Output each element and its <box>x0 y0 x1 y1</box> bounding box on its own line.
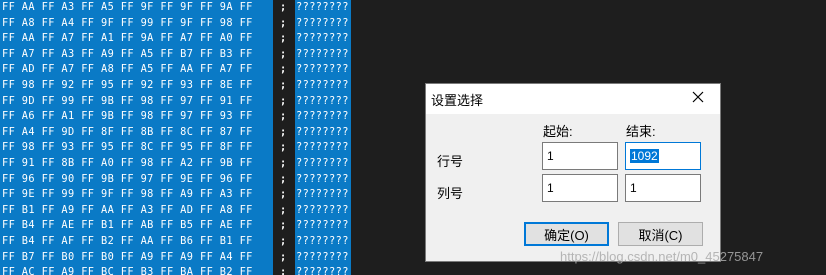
hex-row: FF 98 FF 93 FF 95 FF 8C FF 95 FF 8F FF <box>2 141 253 154</box>
start-column-label: 起始: <box>543 124 573 139</box>
ascii-row: ???????? <box>296 1 349 13</box>
separator-char: ; <box>280 141 287 154</box>
close-icon <box>692 90 704 108</box>
hex-row: FF A8 FF A4 FF 9F FF 99 FF 9F FF 98 FF <box>2 16 253 29</box>
ascii-row: ???????? <box>296 125 349 138</box>
hex-row: FF B4 FF AF FF B2 FF AA FF B6 FF B1 FF <box>2 234 253 247</box>
hex-row: FF B7 FF B0 FF B0 FF A9 FF A9 FF A4 FF <box>2 250 253 263</box>
hex-row: FF B1 FF A9 FF AA FF A3 FF AD FF A8 FF <box>2 203 253 216</box>
row-start-value: 1 <box>547 149 554 163</box>
ascii-row: ???????? <box>296 47 349 60</box>
hex-row: FF 9D FF 99 FF 9B FF 98 FF 97 FF 91 FF <box>2 94 253 107</box>
hex-row: FF AA FF A3 FF A5 FF 9F FF 9F FF 9A FF <box>2 1 253 13</box>
separator-char: ; <box>280 266 287 275</box>
separator-char: ; <box>280 156 287 169</box>
column-number-label: 列号 <box>437 186 464 201</box>
ascii-row: ???????? <box>296 172 349 185</box>
ascii-row: ???????? <box>296 266 349 275</box>
close-button[interactable] <box>676 84 720 114</box>
separator-column: ;;;;;;;;;;;;;;;;;; <box>273 0 295 275</box>
hex-row: FF 91 FF 8B FF A0 FF 98 FF A2 FF 9B FF <box>2 156 253 169</box>
settings-dialog: 设置选择 起始: 结束: 行号 1 1092 列号 1 1 确定(O) 取消(C… <box>425 83 721 262</box>
row-number-label: 行号 <box>437 154 464 169</box>
separator-char: ; <box>280 172 287 185</box>
separator-char: ; <box>280 250 287 263</box>
ok-button-label: 确定(O) <box>544 227 589 243</box>
hex-row: FF A4 FF 9D FF 8F FF 8B FF 8C FF 87 FF <box>2 125 253 138</box>
row-start-input[interactable]: 1 <box>542 142 618 170</box>
separator-char: ; <box>280 125 287 138</box>
column-start-value: 1 <box>547 181 554 195</box>
ascii-row: ???????? <box>296 156 349 169</box>
separator-char: ; <box>280 203 287 216</box>
separator-char: ; <box>280 78 287 91</box>
column-end-value: 1 <box>630 181 637 195</box>
separator-char: ; <box>280 188 287 201</box>
separator-char: ; <box>280 16 287 29</box>
column-end-input[interactable]: 1 <box>625 174 701 202</box>
hex-view-pane[interactable]: FF AA FF A3 FF A5 FF 9F FF 9F FF 9A FF FF… <box>0 0 273 275</box>
cancel-button-label: 取消(C) <box>638 227 683 243</box>
hex-row: FF 98 FF 92 FF 95 FF 92 FF 93 FF 8E FF <box>2 78 253 91</box>
ascii-row: ???????? <box>296 188 349 201</box>
dialog-title: 设置选择 <box>431 93 484 108</box>
ascii-row: ???????? <box>296 32 349 45</box>
hex-row: FF B4 FF AE FF B1 FF AB FF B5 FF AE FF <box>2 219 253 232</box>
ascii-row: ???????? <box>296 94 349 107</box>
hex-row: FF 96 FF 90 FF 9B FF 97 FF 9E FF 96 FF <box>2 172 253 185</box>
separator-char: ; <box>280 47 287 60</box>
separator-char: ; <box>280 32 287 45</box>
hex-row: FF A6 FF A1 FF 9B FF 98 FF 97 FF 93 FF <box>2 110 253 123</box>
separator-char: ; <box>280 110 287 123</box>
dialog-title-bar[interactable]: 设置选择 <box>426 84 720 114</box>
ascii-row: ???????? <box>296 203 349 216</box>
hex-row: FF 9E FF 99 FF 9F FF 98 FF A9 FF A3 FF <box>2 188 253 201</box>
ascii-row: ???????? <box>296 16 349 29</box>
row-end-input[interactable]: 1092 <box>625 142 701 170</box>
column-start-input[interactable]: 1 <box>542 174 618 202</box>
ascii-row: ???????? <box>296 234 349 247</box>
row-end-value: 1092 <box>630 149 659 163</box>
ascii-row: ???????? <box>296 63 349 76</box>
hex-row: FF AD FF A7 FF A8 FF A5 FF AA FF A7 FF <box>2 63 253 76</box>
ok-button[interactable]: 确定(O) <box>524 222 609 246</box>
watermark: https://blog.csdn.net/m0_45275847 <box>560 249 764 264</box>
separator-char: ; <box>280 94 287 107</box>
end-column-label: 结束: <box>626 124 656 139</box>
ascii-view-pane[interactable]: ????????????????????????????????????????… <box>295 0 351 275</box>
ascii-row: ???????? <box>296 250 349 263</box>
ascii-row: ???????? <box>296 219 349 232</box>
ascii-row: ???????? <box>296 110 349 123</box>
ascii-row: ???????? <box>296 141 349 154</box>
separator-char: ; <box>280 1 287 13</box>
separator-char: ; <box>280 219 287 232</box>
ascii-row: ???????? <box>296 78 349 91</box>
hex-row: FF AC FF A9 FF BC FF B3 FF BA FF B2 FF <box>2 266 253 275</box>
separator-char: ; <box>280 63 287 76</box>
cancel-button[interactable]: 取消(C) <box>618 222 703 246</box>
separator-char: ; <box>280 234 287 247</box>
hex-row: FF A7 FF A3 FF A9 FF A5 FF B7 FF B3 FF <box>2 47 253 60</box>
hex-row: FF AA FF A7 FF A1 FF 9A FF A7 FF A0 FF <box>2 32 253 45</box>
